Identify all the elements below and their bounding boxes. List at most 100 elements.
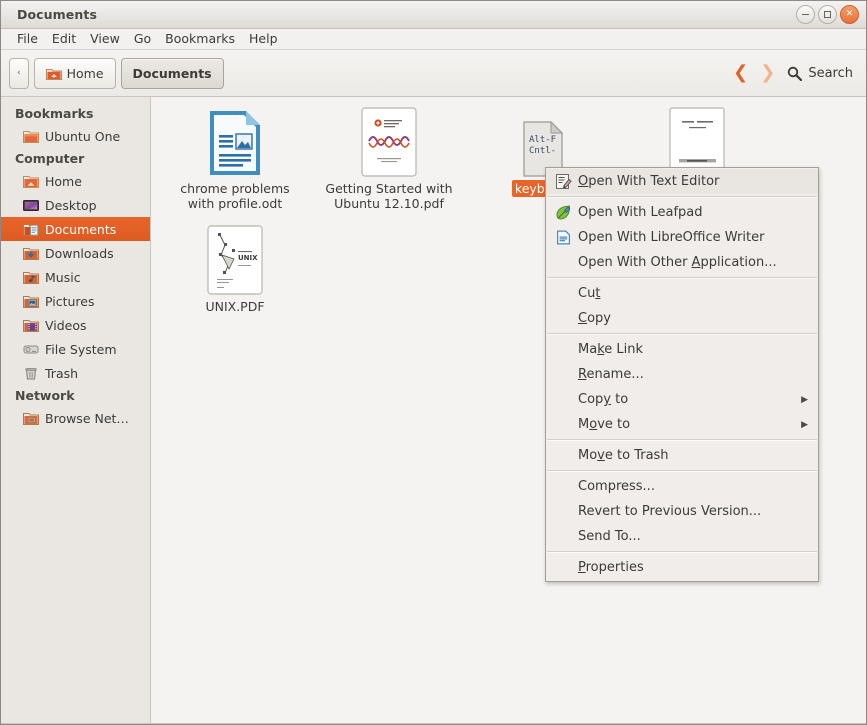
context-menu-item-copy-to[interactable]: Copy to ▶: [546, 387, 818, 412]
sidebar-item-music[interactable]: Music: [1, 265, 150, 289]
downloads-folder-icon: [23, 246, 39, 260]
menubar-item-go[interactable]: Go: [127, 30, 158, 48]
sidebar-header-computer: Computer: [15, 151, 85, 166]
sidebar-label: Videos: [45, 317, 87, 333]
sidebar-item-videos[interactable]: Videos: [1, 313, 150, 337]
search-icon: [787, 66, 803, 81]
libreoffice-writer-document-icon: [171, 105, 299, 177]
file-list-view[interactable]: chrome problems with profile.odt Getting…: [151, 97, 866, 723]
music-folder-icon: [23, 270, 39, 284]
context-menu-label: Copy: [578, 311, 611, 326]
sidebar-item-file-system[interactable]: File System: [1, 337, 150, 361]
context-menu-label: Make Link: [578, 342, 644, 357]
context-menu: Open With Text Editor Open With Leafpad: [545, 167, 819, 582]
svg-text:UNIX: UNIX: [238, 254, 258, 262]
context-menu-item-open-with-text-editor[interactable]: Open With Text Editor: [546, 169, 818, 194]
nautilus-window: Documents ✕ File Edit View Go Bookmarks …: [0, 0, 867, 725]
forward-arrow-icon[interactable]: ❯: [760, 64, 775, 82]
desktop-icon: [23, 198, 39, 212]
context-menu-label: Rename...: [578, 367, 644, 382]
context-menu-item-send-to[interactable]: Send To...: [546, 524, 818, 549]
maximize-icon: [824, 11, 831, 18]
sidebar-item-trash[interactable]: Trash: [1, 361, 150, 385]
pdf-thumbnail-icon: [325, 105, 453, 177]
search-button[interactable]: Search: [787, 66, 853, 81]
sidebar-label: Desktop: [45, 197, 97, 213]
sidebar-label: Ubuntu One: [45, 128, 121, 144]
context-menu-item-open-with-leafpad[interactable]: Open With Leafpad: [546, 200, 818, 225]
toolbar: ‹ Home Documents ❮ ❯ Search: [1, 50, 866, 97]
text-editor-icon: [554, 173, 572, 191]
context-menu-item-cut[interactable]: Cut: [546, 281, 818, 306]
pdf-thumbnail-unix-icon: UNIX: [171, 223, 299, 295]
menubar-item-bookmarks[interactable]: Bookmarks: [158, 30, 242, 48]
context-menu-item-copy[interactable]: Copy: [546, 306, 818, 331]
back-arrow-icon[interactable]: ❮: [733, 64, 748, 82]
svg-text:Cntl-: Cntl-: [529, 146, 556, 156]
sidebar-label: Home: [45, 173, 82, 189]
file-item[interactable]: UNIX UNIX.PDF: [171, 223, 299, 314]
menubar-item-file[interactable]: File: [10, 30, 45, 48]
submenu-arrow-icon: ▶: [801, 419, 808, 430]
sidebar-header-network: Network: [15, 388, 75, 403]
toolbar-right-group: ❮ ❯ Search: [733, 64, 853, 82]
documents-folder-icon: [23, 222, 39, 236]
breadcrumb-item-home[interactable]: Home: [33, 57, 116, 89]
breadcrumb-overflow-button[interactable]: ‹: [9, 57, 29, 89]
minimize-button[interactable]: [796, 5, 815, 24]
menubar-item-help[interactable]: Help: [242, 30, 285, 48]
maximize-button[interactable]: [818, 5, 837, 24]
breadcrumb-label-home: Home: [66, 65, 104, 81]
context-menu-label: Open With Leafpad: [578, 205, 703, 220]
context-menu-label: Move to Trash: [578, 448, 669, 463]
context-menu-item-rename[interactable]: Rename...: [546, 362, 818, 387]
context-menu-item-open-with-other-application[interactable]: Open With Other Application...: [546, 250, 818, 275]
context-menu-separator: [547, 439, 817, 441]
context-menu-item-revert-to-previous-version[interactable]: Revert to Previous Version...: [546, 499, 818, 524]
sidebar-item-pictures[interactable]: Pictures: [1, 289, 150, 313]
context-menu-separator: [547, 196, 817, 198]
file-label: Getting Started with Ubuntu 12.10.pdf: [325, 181, 453, 211]
breadcrumb-label-documents: Documents: [132, 65, 212, 81]
context-menu-item-properties[interactable]: Properties: [546, 555, 818, 580]
file-label: chrome problems with profile.odt: [180, 181, 290, 211]
sidebar-label: Music: [45, 269, 81, 285]
context-menu-label: Open With LibreOffice Writer: [578, 230, 765, 245]
sidebar: Bookmarks Ubuntu One Computer Home Deskt…: [1, 97, 151, 723]
menu-bar: File Edit View Go Bookmarks Help: [1, 29, 866, 50]
file-item[interactable]: chrome problems with profile.odt: [171, 105, 299, 211]
file-item[interactable]: Getting Started with Ubuntu 12.10.pdf: [325, 105, 453, 211]
sidebar-header-bookmarks: Bookmarks: [15, 106, 94, 121]
sidebar-item-desktop[interactable]: Desktop: [1, 193, 150, 217]
context-menu-label: Move to: [578, 417, 631, 432]
window-title: Documents: [17, 7, 97, 22]
sidebar-label: File System: [45, 341, 117, 357]
context-menu-item-make-link[interactable]: Make Link: [546, 337, 818, 362]
title-bar: Documents ✕: [1, 1, 866, 29]
sidebar-item-downloads[interactable]: Downloads: [1, 241, 150, 265]
content-area: Bookmarks Ubuntu One Computer Home Deskt…: [1, 97, 866, 723]
libreoffice-writer-icon: [554, 229, 572, 247]
home-folder-icon: [45, 66, 62, 80]
menubar-item-edit[interactable]: Edit: [45, 30, 83, 48]
context-menu-item-move-to[interactable]: Move to ▶: [546, 412, 818, 437]
submenu-arrow-icon: ▶: [801, 394, 808, 405]
sidebar-item-browse-network[interactable]: Browse Net…: [1, 406, 150, 430]
sidebar-item-documents[interactable]: Documents: [1, 217, 150, 241]
breadcrumb-item-documents[interactable]: Documents: [120, 57, 224, 89]
sidebar-item-ubuntu-one[interactable]: Ubuntu One: [1, 124, 150, 148]
breadcrumb: ‹ Home Documents: [9, 57, 224, 89]
close-button[interactable]: ✕: [840, 5, 859, 24]
context-menu-item-compress[interactable]: Compress...: [546, 474, 818, 499]
sidebar-item-home[interactable]: Home: [1, 169, 150, 193]
menubar-item-view[interactable]: View: [83, 30, 127, 48]
context-menu-label: Copy to: [578, 392, 629, 407]
file-label: UNIX.PDF: [205, 299, 265, 314]
trash-icon: [23, 366, 39, 380]
context-menu-label: Cut: [578, 286, 601, 301]
context-menu-item-move-to-trash[interactable]: Move to Trash: [546, 443, 818, 468]
context-menu-item-open-with-libreoffice-writer[interactable]: Open With LibreOffice Writer: [546, 225, 818, 250]
sidebar-label: Downloads: [45, 245, 114, 261]
videos-folder-icon: [23, 318, 39, 332]
context-menu-label: Compress...: [578, 479, 655, 494]
